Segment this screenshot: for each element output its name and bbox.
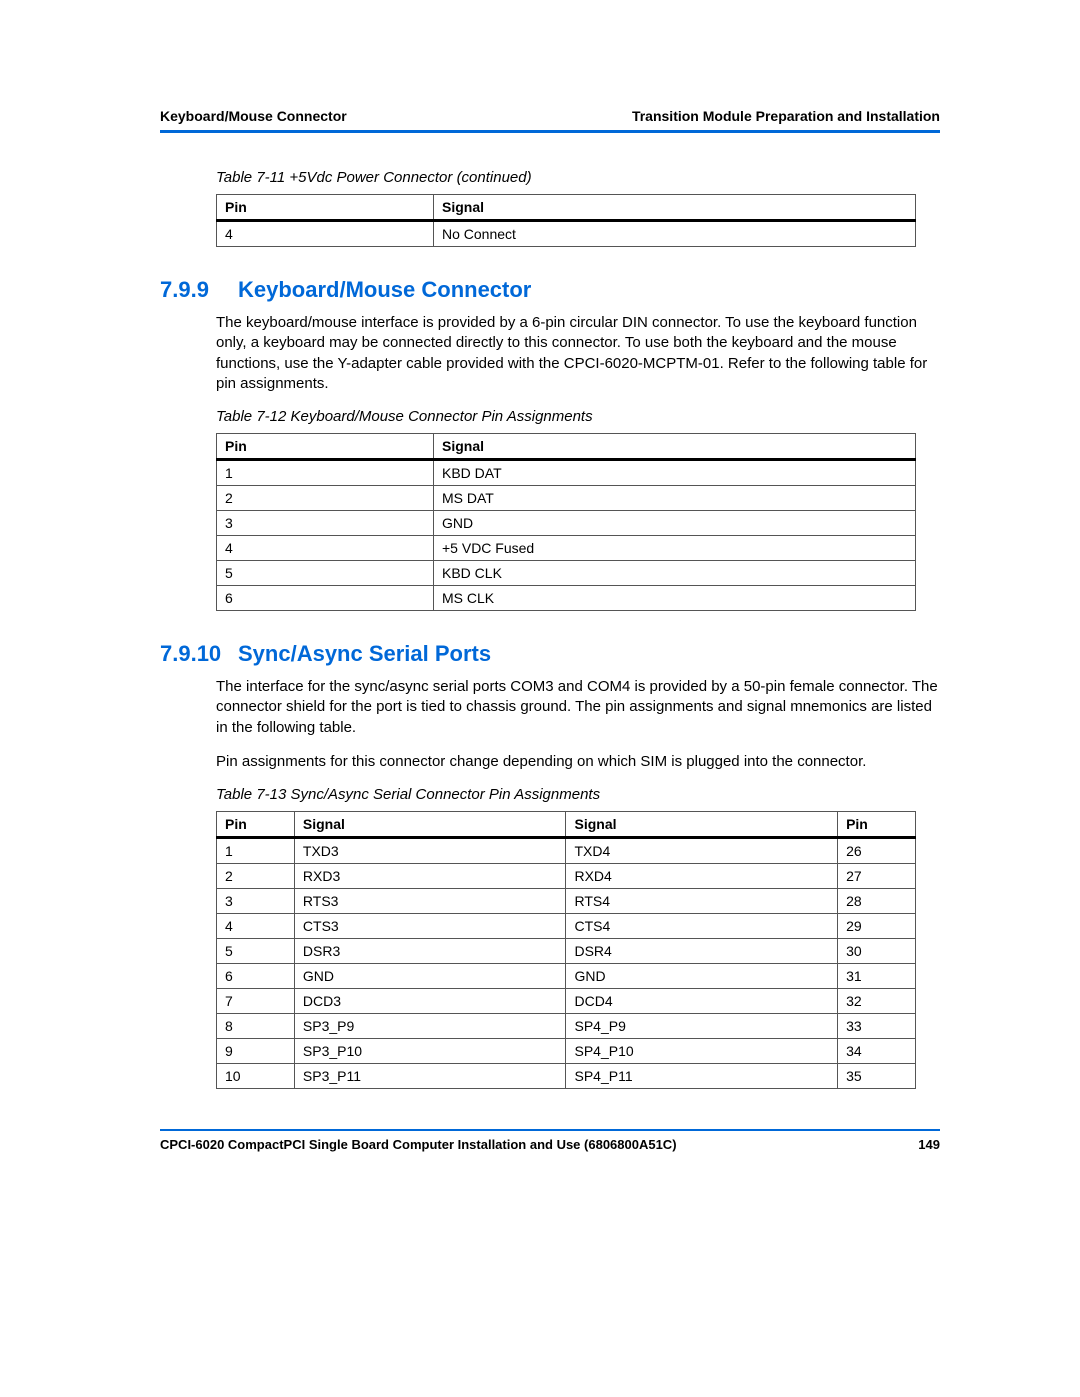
table-7-11-caption: Table 7-11 +5Vdc Power Connector (contin…	[216, 169, 940, 186]
table-row: 7DCD3DCD432	[217, 989, 916, 1014]
col-head-signal: Signal	[434, 195, 916, 221]
table-7-13: Pin Signal Signal Pin 1TXD3TXD426 2RXD3R…	[216, 811, 916, 1089]
table-7-12: Pin Signal 1KBD DAT 2MS DAT 3GND 4+5 VDC…	[216, 433, 916, 611]
table-row: 9SP3_P10SP4_P1034	[217, 1039, 916, 1064]
col-head-pin-2: Pin	[838, 812, 916, 838]
table-row: 1TXD3TXD426	[217, 838, 916, 864]
section-number: 7.9.10	[160, 641, 238, 667]
section-number: 7.9.9	[160, 277, 238, 303]
table-7-12-caption: Table 7-12 Keyboard/Mouse Connector Pin …	[216, 408, 940, 425]
col-head-pin: Pin	[217, 195, 434, 221]
running-header: Keyboard/Mouse Connector Transition Modu…	[160, 108, 940, 133]
col-head-signal-2: Signal	[566, 812, 838, 838]
page-number: 149	[918, 1137, 940, 1152]
section-7-9-10-para-1: The interface for the sync/async serial …	[216, 677, 940, 738]
table-row: 2MS DAT	[217, 486, 916, 511]
table-row: 6GNDGND31	[217, 964, 916, 989]
table-row: 10SP3_P11SP4_P1135	[217, 1064, 916, 1089]
col-head-pin: Pin	[217, 812, 295, 838]
header-left: Keyboard/Mouse Connector	[160, 108, 347, 124]
table-7-11: Pin Signal 4 No Connect	[216, 194, 916, 247]
header-right: Transition Module Preparation and Instal…	[632, 108, 940, 124]
section-7-9-9-para: The keyboard/mouse interface is provided…	[216, 313, 940, 394]
table-row: 4CTS3CTS429	[217, 914, 916, 939]
table-row: 8SP3_P9SP4_P933	[217, 1014, 916, 1039]
footer-left: CPCI-6020 CompactPCI Single Board Comput…	[160, 1137, 677, 1152]
table-7-13-caption: Table 7-13 Sync/Async Serial Connector P…	[216, 786, 940, 803]
section-title: Sync/Async Serial Ports	[238, 641, 491, 666]
col-head-pin: Pin	[217, 434, 434, 460]
table-row: 5DSR3DSR430	[217, 939, 916, 964]
running-footer: CPCI-6020 CompactPCI Single Board Comput…	[160, 1129, 940, 1152]
table-row: 5KBD CLK	[217, 561, 916, 586]
table-row: 4 No Connect	[217, 221, 916, 247]
table-row: 2RXD3RXD427	[217, 864, 916, 889]
section-heading-7-9-10: 7.9.10Sync/Async Serial Ports	[160, 641, 940, 667]
section-title: Keyboard/Mouse Connector	[238, 277, 531, 302]
col-head-signal: Signal	[294, 812, 566, 838]
col-head-signal: Signal	[434, 434, 916, 460]
section-heading-7-9-9: 7.9.9Keyboard/Mouse Connector	[160, 277, 940, 303]
table-row: 4+5 VDC Fused	[217, 536, 916, 561]
table-row: 1KBD DAT	[217, 460, 916, 486]
section-7-9-10-para-2: Pin assignments for this connector chang…	[216, 752, 940, 772]
table-row: 6MS CLK	[217, 586, 916, 611]
table-row: 3RTS3RTS428	[217, 889, 916, 914]
table-row: 3GND	[217, 511, 916, 536]
